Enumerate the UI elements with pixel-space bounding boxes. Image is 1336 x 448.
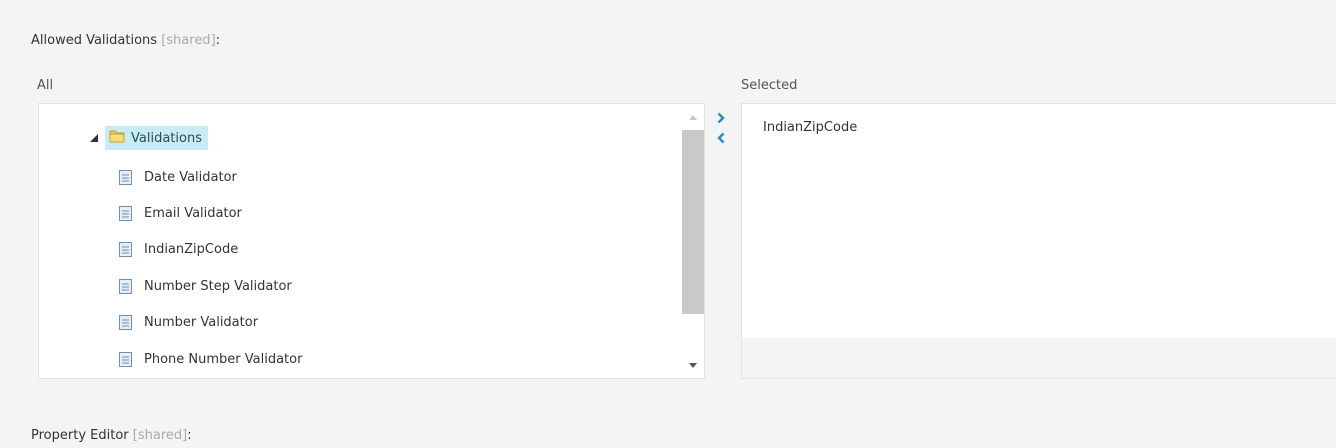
scroll-up-arrow-icon[interactable]	[682, 108, 704, 126]
document-icon	[119, 169, 132, 185]
tree-item[interactable]: Number Step Validator	[119, 274, 292, 298]
tree-item[interactable]: Phone Number Validator	[119, 347, 302, 371]
tree-item-label: Email Validator	[144, 205, 242, 221]
allowed-validations-shared: [shared]	[161, 33, 216, 48]
move-left-button[interactable]	[714, 130, 728, 146]
property-editor-shared: [shared]	[132, 428, 188, 443]
scroll-down-arrow-icon[interactable]	[682, 356, 704, 374]
document-icon	[119, 205, 132, 221]
allowed-validations-colon: :	[215, 33, 221, 48]
tree-item[interactable]: Date Validator	[119, 165, 237, 189]
chevron-right-icon	[717, 112, 725, 124]
tree-item[interactable]: IndianZipCode	[119, 237, 238, 261]
selected-panel-footer	[742, 338, 1336, 378]
document-icon	[119, 314, 132, 330]
tree-item[interactable]: Email Validator	[119, 201, 242, 225]
tree-item-label: IndianZipCode	[144, 241, 239, 257]
tree-item-label: Phone Number Validator	[144, 351, 303, 367]
property-editor-colon: :	[187, 428, 192, 443]
tree-root-label[interactable]: Validations	[105, 126, 208, 150]
document-icon	[119, 278, 132, 294]
tree-item-label: Number Step Validator	[144, 278, 292, 294]
property-editor-text: Property Editor	[31, 428, 129, 443]
tree-item[interactable]: Number Validator	[119, 310, 258, 334]
selected-list-item[interactable]: IndianZipCode	[763, 120, 857, 135]
chevron-left-icon	[717, 132, 725, 144]
document-icon	[119, 241, 132, 257]
move-right-button[interactable]	[714, 110, 728, 126]
selected-caption: Selected	[741, 78, 798, 93]
tree-item-label: Date Validator	[144, 169, 237, 185]
allowed-validations-text: Allowed Validations	[31, 33, 158, 48]
allowed-validations-label: Allowed Validations [shared]:	[31, 33, 220, 48]
property-editor-label: Property Editor [shared]:	[31, 428, 192, 443]
triangle-down-icon[interactable]	[89, 133, 99, 143]
document-icon	[119, 351, 132, 367]
scrollbar-thumb[interactable]	[682, 130, 704, 314]
tree-scrollbar[interactable]	[682, 104, 704, 378]
tree-root-text: Validations	[131, 130, 202, 146]
selected-validations-list[interactable]: IndianZipCode	[741, 103, 1336, 379]
tree-root-validations[interactable]: Validations	[89, 124, 208, 152]
all-caption: All	[37, 78, 54, 93]
tree-item-label: Number Validator	[144, 314, 259, 330]
all-validations-tree[interactable]: Validations Date Validator Email Validat…	[38, 103, 705, 379]
folder-icon	[109, 129, 125, 147]
